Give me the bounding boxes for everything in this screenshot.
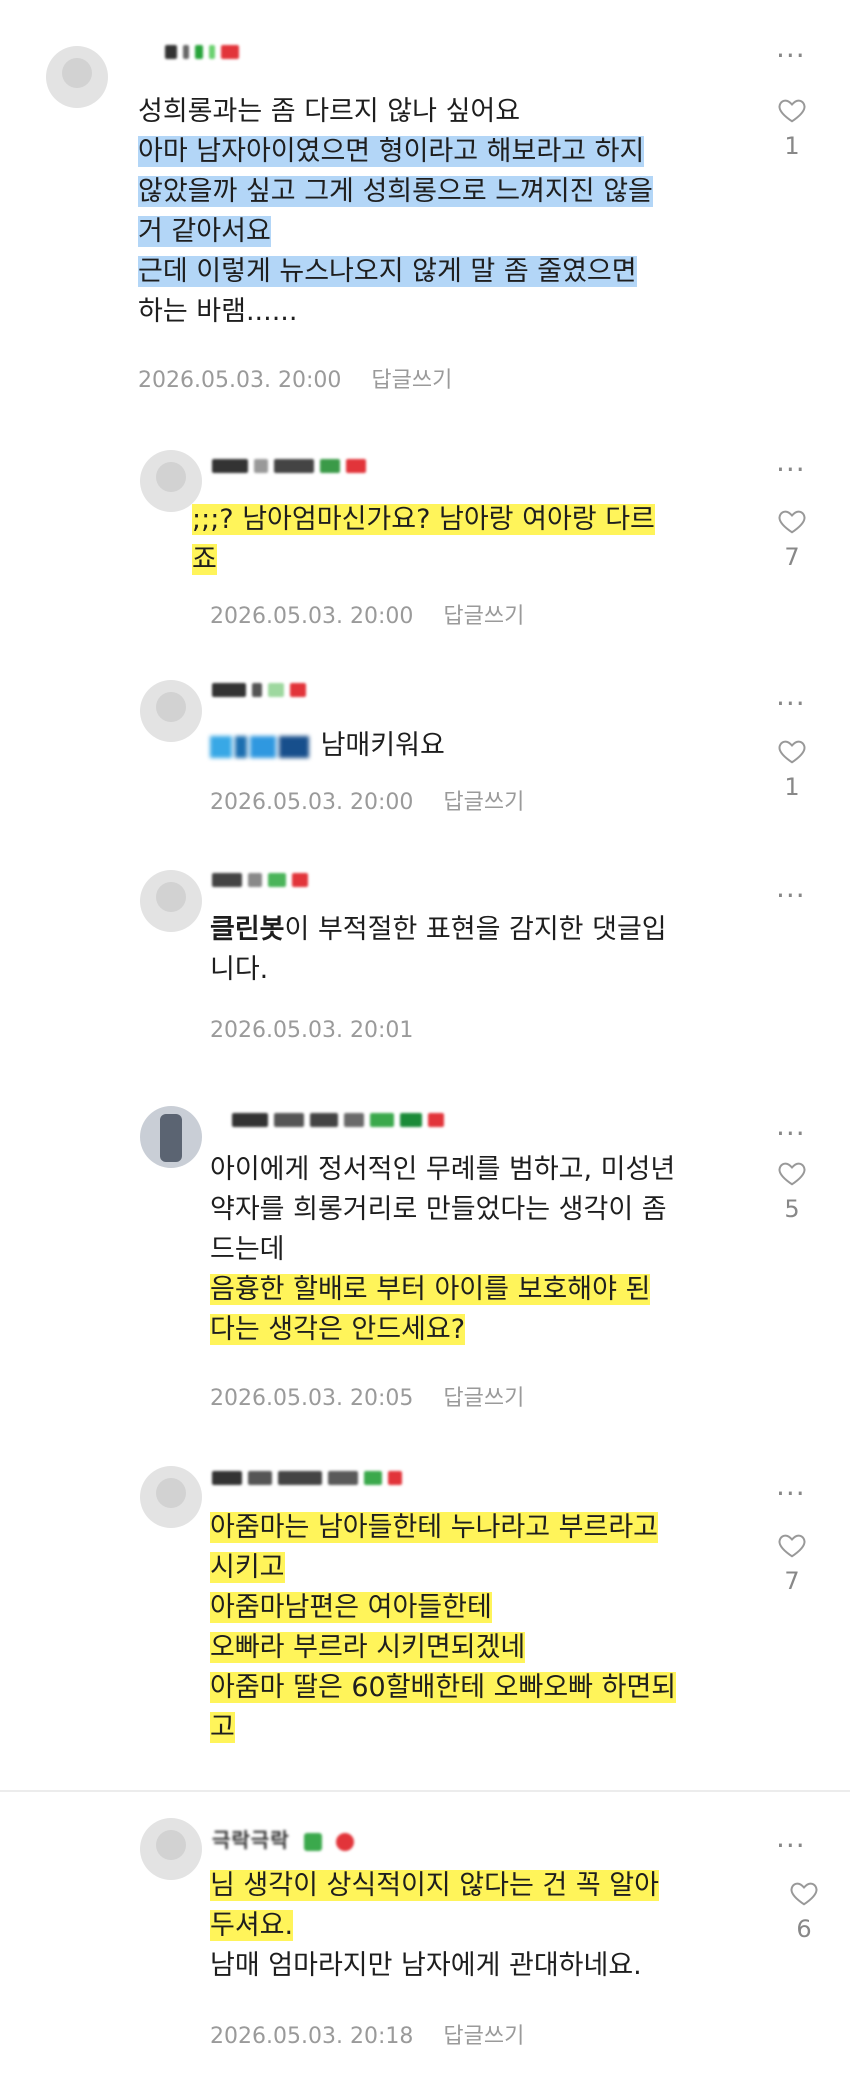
comment-meta: 2026.05.03. 20:18 답글쓰기 [210, 2018, 524, 2050]
like-count: 1 [784, 773, 800, 801]
comment-meta: 2026.05.03. 20:01 [210, 1018, 413, 1043]
status-badge-icon [335, 1832, 354, 1851]
reply-button[interactable]: 답글쓰기 [371, 368, 452, 393]
reply-button[interactable]: 답글쓰기 [443, 604, 524, 629]
like-count: 6 [796, 1915, 812, 1943]
more-options-icon[interactable]: ··· [776, 42, 806, 70]
more-options-icon[interactable]: ··· [776, 1832, 806, 1860]
heart-icon[interactable] [789, 1878, 819, 1908]
comment-body: 님 생각이 상식적이지 않다는 건 꼭 알아 두셔요. 남매 엄마라지만 남자에… [210, 1870, 659, 1981]
comment-body: 아줌마는 남아들한테 누나라고 부르라고 시키고 아줌마남편은 여아들한테 오빠… [210, 1512, 677, 1743]
avatar[interactable] [140, 680, 202, 742]
like-count: 7 [784, 543, 800, 571]
avatar[interactable] [140, 1106, 202, 1168]
comment-3: ··· 남매키워요 1 2026.05.03. 20:00 답글쓰기 [0, 660, 850, 840]
like-count: 7 [784, 1567, 800, 1595]
heart-icon[interactable] [777, 506, 807, 536]
mentioned-user-blurred[interactable] [210, 726, 312, 766]
divider [0, 1790, 850, 1792]
nickname-blurred[interactable] [212, 682, 306, 698]
timestamp: 2026.05.03. 20:00 [210, 790, 414, 815]
timestamp: 2026.05.03. 20:00 [210, 604, 414, 629]
more-options-icon[interactable]: ··· [776, 456, 806, 484]
comment-7: 극락극락 ··· 님 생각이 상식적이지 않다는 건 꼭 알아 두셔요. 남매 … [0, 1800, 850, 2078]
comment-2: ··· ;;;? 남아엄마신가요? 남아랑 여아랑 다르 죠 7 2026.05… [0, 430, 850, 640]
comment-body: 남매키워요 [210, 726, 445, 766]
more-options-icon[interactable]: ··· [776, 882, 806, 910]
like-count: 1 [784, 132, 800, 160]
reply-button[interactable]: 답글쓰기 [443, 1386, 524, 1411]
avatar[interactable] [46, 46, 108, 108]
level-badge-icon [303, 1832, 322, 1851]
nickname-blurred[interactable] [165, 44, 239, 60]
comment-body: 성희롱과는 좀 다르지 않나 싶어요 아마 남자아이였으면 형이라고 해보라고 … [138, 96, 653, 327]
comment-6: ··· 아줌마는 남아들한테 누나라고 부르라고 시키고 아줌마남편은 여아들한… [0, 1450, 850, 1780]
timestamp: 2026.05.03. 20:05 [210, 1386, 414, 1411]
comment-body: 클린봇이 부적절한 표현을 감지한 댓글입 니다. [210, 914, 667, 985]
comment-body: ;;;? 남아엄마신가요? 남아랑 여아랑 다르 죠 [192, 504, 655, 575]
like-count: 5 [784, 1195, 800, 1223]
more-options-icon[interactable]: ··· [776, 1120, 806, 1148]
nickname-blurred[interactable] [232, 1112, 444, 1128]
comment-4: ··· 클린봇이 부적절한 표현을 감지한 댓글입 니다. 2026.05.03… [0, 850, 850, 1060]
heart-icon[interactable] [777, 1530, 807, 1560]
heart-icon[interactable] [777, 95, 807, 125]
comment-5: ··· 아이에게 정서적인 무례를 범하고, 미성년 약자를 희롱거리로 만들었… [0, 1090, 850, 1430]
comment-meta: 2026.05.03. 20:00 답글쓰기 [210, 784, 524, 816]
heart-icon[interactable] [777, 1158, 807, 1188]
cleanbot-label: 클린봇 [210, 914, 285, 945]
reply-button[interactable]: 답글쓰기 [443, 790, 524, 815]
avatar[interactable] [140, 1466, 202, 1528]
comment-meta: 2026.05.03. 20:05 답글쓰기 [210, 1380, 524, 1412]
avatar[interactable] [140, 1818, 202, 1880]
comment-1: ··· 성희롱과는 좀 다르지 않나 싶어요 아마 남자아이였으면 형이라고 해… [0, 0, 850, 420]
comment-body: 아이에게 정서적인 무례를 범하고, 미성년 약자를 희롱거리로 만들었다는 생… [210, 1154, 676, 1345]
reply-button[interactable]: 답글쓰기 [443, 2024, 524, 2049]
heart-icon[interactable] [777, 736, 807, 766]
more-options-icon[interactable]: ··· [776, 690, 806, 718]
nickname-blurred[interactable] [212, 458, 366, 474]
nickname[interactable]: 극락극락 [212, 1824, 354, 1853]
timestamp: 2026.05.03. 20:00 [138, 368, 342, 393]
more-options-icon[interactable]: ··· [776, 1480, 806, 1508]
comment-meta: 2026.05.03. 20:00 답글쓰기 [138, 362, 452, 394]
timestamp: 2026.05.03. 20:01 [210, 1018, 414, 1043]
avatar[interactable] [140, 870, 202, 932]
comment-meta: 2026.05.03. 20:00 답글쓰기 [210, 598, 524, 630]
nickname-blurred[interactable] [212, 872, 308, 888]
nickname-blurred[interactable] [212, 1470, 402, 1486]
timestamp: 2026.05.03. 20:18 [210, 2024, 414, 2049]
